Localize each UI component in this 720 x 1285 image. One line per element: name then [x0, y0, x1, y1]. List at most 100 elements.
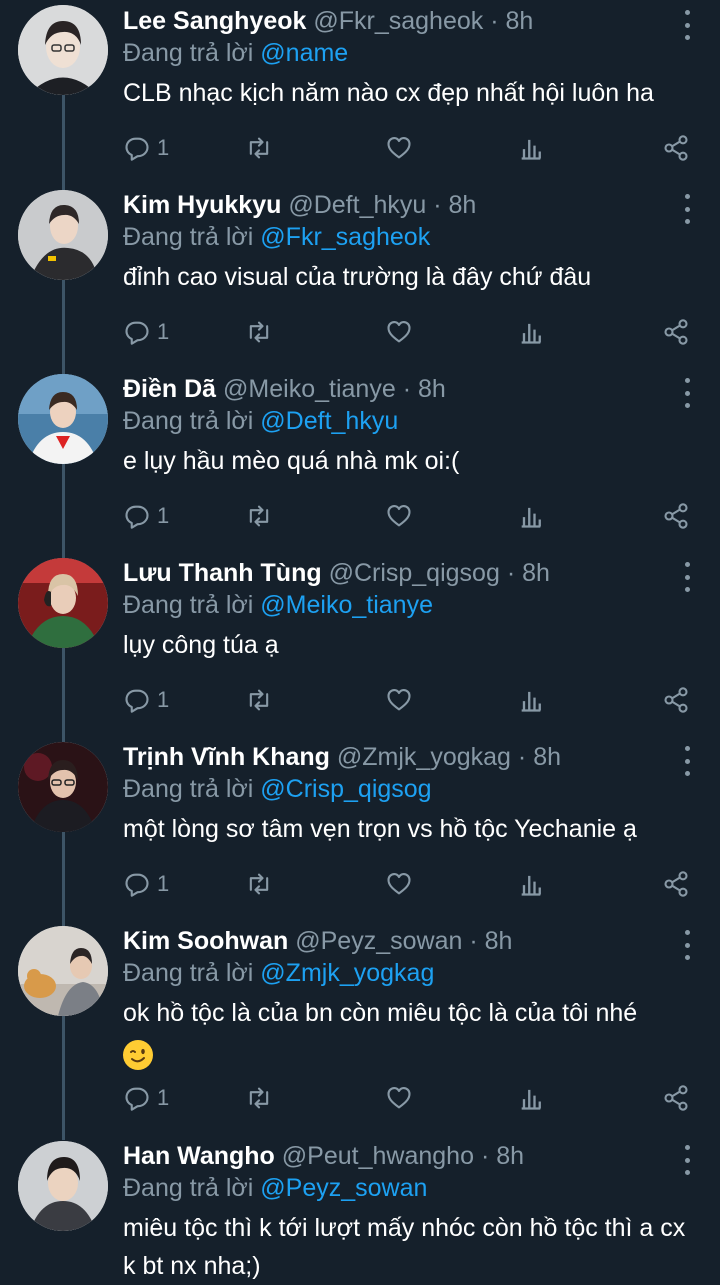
- share-button[interactable]: [662, 131, 690, 165]
- reply-count: 1: [157, 503, 170, 528]
- replying-to-handle[interactable]: @Fkr_sagheok: [260, 223, 430, 251]
- analytics-button[interactable]: [517, 131, 545, 165]
- action-bar: 1: [123, 131, 690, 165]
- display-name[interactable]: Trịnh Vĩnh Khang: [123, 743, 330, 771]
- avatar[interactable]: [18, 742, 108, 832]
- avatar[interactable]: [18, 190, 108, 280]
- avatar-image: [18, 5, 108, 95]
- more-options-icon[interactable]: [684, 746, 690, 776]
- retweet-button[interactable]: [245, 499, 273, 533]
- avatar-image: [18, 558, 108, 648]
- replying-to-handle[interactable]: @Deft_hkyu: [260, 407, 398, 435]
- retweet-icon: [249, 137, 269, 159]
- more-options-icon[interactable]: [684, 10, 690, 40]
- like-button[interactable]: [385, 131, 413, 165]
- retweet-button[interactable]: [245, 315, 273, 349]
- tweet-text: miêu tộc thì k tới lượt mấy nhóc còn hồ …: [123, 1214, 686, 1280]
- more-options-icon[interactable]: [684, 930, 690, 960]
- like-button[interactable]: [385, 867, 413, 901]
- avatar[interactable]: [18, 1141, 108, 1231]
- user-handle[interactable]: @Peut_hwangho: [282, 1142, 474, 1170]
- timestamp[interactable]: 8h: [485, 927, 513, 955]
- timestamp[interactable]: 8h: [449, 191, 477, 219]
- reply-button[interactable]: 1: [123, 131, 169, 165]
- like-button[interactable]: [385, 499, 413, 533]
- reply-count: 1: [157, 1085, 170, 1110]
- replying-to-handle[interactable]: @Zmjk_yogkag: [260, 959, 434, 987]
- user-handle[interactable]: @Peyz_sowan: [295, 927, 462, 955]
- replying-to-handle[interactable]: @Meiko_tianye: [260, 591, 433, 619]
- user-handle[interactable]: @Meiko_tianye: [223, 375, 396, 403]
- timestamp[interactable]: 8h: [418, 375, 446, 403]
- reply-button[interactable]: 1: [123, 867, 169, 901]
- share-button[interactable]: [662, 499, 690, 533]
- avatar[interactable]: [18, 5, 108, 95]
- share-button[interactable]: [662, 315, 690, 349]
- reply-button[interactable]: 1: [123, 499, 169, 533]
- more-options-icon[interactable]: [684, 194, 690, 224]
- reply-button[interactable]: 1: [123, 683, 169, 717]
- replying-to-label: Đang trả lời: [123, 959, 254, 987]
- like-icon: [387, 689, 411, 711]
- reply-icon: [125, 873, 149, 897]
- like-icon: [387, 1087, 411, 1109]
- display-name[interactable]: Lưu Thanh Tùng: [123, 559, 322, 587]
- action-bar: 1: [123, 499, 690, 533]
- avatar[interactable]: [18, 558, 108, 648]
- like-button[interactable]: [385, 1081, 413, 1115]
- retweet-button[interactable]: [245, 867, 273, 901]
- retweet-button[interactable]: [245, 131, 273, 165]
- replying-to: Đang trả lời @Deft_hkyu: [123, 404, 398, 438]
- timestamp[interactable]: 8h: [533, 743, 561, 771]
- retweet-icon: [249, 689, 269, 711]
- more-options-icon[interactable]: [684, 1145, 690, 1175]
- more-options-icon[interactable]: [684, 562, 690, 592]
- replying-to: Đang trả lời @name: [123, 36, 348, 70]
- avatar[interactable]: [18, 926, 108, 1016]
- analytics-button[interactable]: [517, 867, 545, 901]
- display-name[interactable]: Điền Dã: [123, 375, 216, 403]
- user-handle[interactable]: @Deft_hkyu: [288, 191, 426, 219]
- analytics-button[interactable]: [517, 683, 545, 717]
- action-bar: 1: [123, 683, 690, 717]
- analytics-button[interactable]: [517, 1081, 545, 1115]
- retweet-button[interactable]: [245, 683, 273, 717]
- timestamp[interactable]: 8h: [522, 559, 550, 587]
- replying-to: Đang trả lời @Zmjk_yogkag: [123, 956, 434, 990]
- action-bar: 1: [123, 315, 690, 349]
- analytics-button[interactable]: [517, 499, 545, 533]
- tweet-text: e lụy hầu mèo quá nhà mk oi:(: [123, 447, 460, 475]
- avatar[interactable]: [18, 374, 108, 464]
- like-icon: [387, 505, 411, 527]
- analytics-button[interactable]: [517, 315, 545, 349]
- replying-to-handle[interactable]: @name: [260, 39, 348, 67]
- user-handle[interactable]: @Crisp_qigsog: [329, 559, 500, 587]
- share-button[interactable]: [662, 1081, 690, 1115]
- display-name[interactable]: Kim Soohwan: [123, 927, 288, 955]
- share-icon: [664, 687, 688, 713]
- display-name[interactable]: Kim Hyukkyu: [123, 191, 281, 219]
- like-button[interactable]: [385, 315, 413, 349]
- display-name[interactable]: Lee Sanghyeok: [123, 7, 306, 35]
- replying-to-handle[interactable]: @Crisp_qigsog: [260, 775, 431, 803]
- like-button[interactable]: [385, 683, 413, 717]
- reply-count: 1: [157, 135, 170, 160]
- retweet-button[interactable]: [245, 1081, 273, 1115]
- timestamp[interactable]: 8h: [496, 1142, 524, 1170]
- like-icon: [387, 321, 411, 343]
- timestamp[interactable]: 8h: [506, 7, 534, 35]
- share-button[interactable]: [662, 867, 690, 901]
- share-button[interactable]: [662, 683, 690, 717]
- replying-to-handle[interactable]: @Peyz_sowan: [260, 1174, 427, 1202]
- user-handle[interactable]: @Fkr_sagheok: [313, 7, 483, 35]
- replying-to: Đang trả lời @Fkr_sagheok: [123, 220, 430, 254]
- more-options-icon[interactable]: [684, 378, 690, 408]
- user-handle[interactable]: @Zmjk_yogkag: [337, 743, 511, 771]
- analytics-icon: [521, 691, 541, 712]
- like-icon: [387, 137, 411, 159]
- display-name[interactable]: Han Wangho: [123, 1142, 275, 1170]
- reply-button[interactable]: 1: [123, 315, 169, 349]
- reply-button[interactable]: 1: [123, 1081, 169, 1115]
- avatar-image: [18, 374, 108, 464]
- tweet-header: Điền Dã @Meiko_tianye · 8h: [123, 375, 446, 403]
